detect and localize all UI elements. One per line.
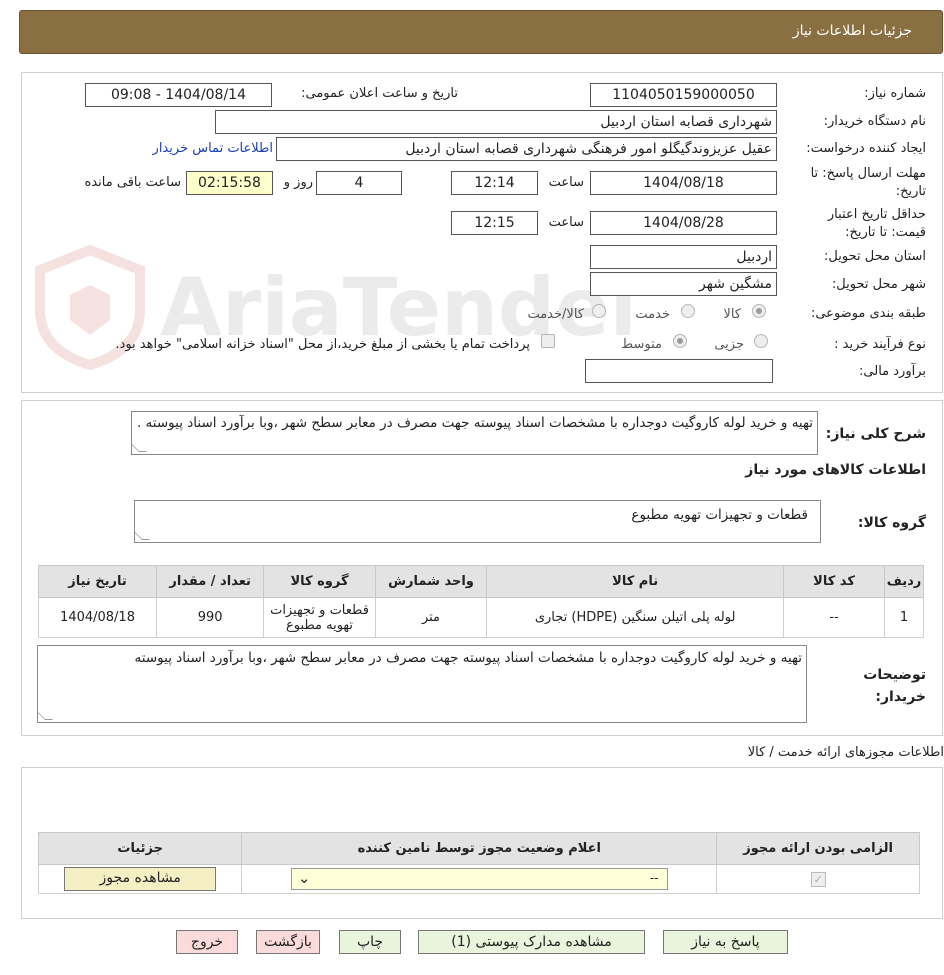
permits-table-header: الزامی بودن ارائه مجوز اعلام وضعیت مجوز … <box>37 832 920 865</box>
page-title: جزئيات اطلاعات نياز <box>792 23 912 39</box>
permit-required-checkbox[interactable]: ✓ <box>810 871 826 887</box>
cell-name: لوله پلی اتیلن سنگین (HDPE) تجاری <box>486 597 784 638</box>
category-radio-goods[interactable] <box>752 304 766 318</box>
reply-button[interactable]: پاسخ به نیاز <box>663 930 788 954</box>
announce-label: تاریخ و ساعت اعلان عمومی: <box>301 86 458 101</box>
deadline-time-label: ساعت <box>548 175 584 190</box>
cell-qty: 990 <box>156 597 265 638</box>
cell-unit: متر <box>374 597 488 638</box>
summary-label: شرح کلی نیاز: <box>825 426 926 442</box>
city-field: مشگین شهر <box>590 272 777 296</box>
deadline-time-field: 12:14 <box>451 171 538 195</box>
col-code: کد کالا <box>782 565 886 598</box>
time-remaining-field: 02:15:58 <box>186 171 273 195</box>
estimate-field[interactable] <box>585 359 773 383</box>
days-label: روز و <box>283 175 313 190</box>
col-permit-required: الزامی بودن ارائه مجوز <box>716 832 920 865</box>
buyer-notes-text: تهیه و خرید لوله کاروگیت دوجداره با مشخص… <box>134 650 802 666</box>
process-label: نوع فرآیند خرید : <box>834 337 926 352</box>
cell-group: قطعات و تجهیزات تهویه مطبوع <box>263 597 376 638</box>
buyer-contact-link[interactable]: اطلاعات تماس خریدار <box>153 141 273 156</box>
validity-time-label: ساعت <box>548 215 584 230</box>
requester-field: عقیل عزیزوندگیگلو امور فرهنگی شهرداری قص… <box>276 137 777 161</box>
cell-row: 1 <box>884 597 924 638</box>
deadline-date-field: 1404/08/18 <box>590 171 777 195</box>
table-row: 1 -- لوله پلی اتیلن سنگین (HDPE) تجاری م… <box>37 597 924 638</box>
permits-table: الزامی بودن ارائه مجوز اعلام وضعیت مجوز … <box>37 832 920 894</box>
announce-field: 1404/08/14 - 09:08 <box>85 83 272 107</box>
permit-status-select[interactable]: ⌄ -- <box>290 868 668 890</box>
col-unit: واحد شمارش <box>374 565 488 598</box>
col-group: گروه کالا <box>263 565 376 598</box>
category-radio-service[interactable] <box>681 304 695 318</box>
permit-status-value: -- <box>649 871 659 885</box>
buyer-org-label: نام دستگاه خریدار: <box>823 114 926 129</box>
resize-handle-icon[interactable] <box>38 712 53 720</box>
col-permit-details: جزئیات <box>37 832 243 865</box>
cell-date: 1404/08/18 <box>37 597 158 638</box>
category-option-service: خدمت <box>635 307 670 322</box>
goods-table: ردیف کد کالا نام کالا واحد شمارش گروه کا… <box>37 565 924 638</box>
need-number-label: شماره نیاز: <box>864 86 926 101</box>
deadline-label: مهلت ارسال پاسخ: تا تاریخ: <box>810 166 926 199</box>
category-radio-goods-service[interactable] <box>592 304 606 318</box>
process-radio-medium[interactable] <box>673 334 687 348</box>
goods-group-text: قطعات و تجهیزات تهویه مطبوع <box>631 507 808 523</box>
cell-permit-status: ⌄ -- <box>241 864 718 894</box>
permits-section-title: اطلاعات مجوزهای ارائه خدمت / کالا <box>747 745 944 760</box>
validity-date-field: 1404/08/28 <box>590 211 777 235</box>
goods-section-title: اطلاعات کالاهای مورد نیاز <box>745 462 926 478</box>
col-permit-status: اعلام وضعیت مجوز توسط نامین کننده <box>241 832 718 865</box>
treasury-checkbox[interactable] <box>541 334 555 348</box>
validity-label: حداقل تاریخ اعتبار قیمت: تا تاریخ: <box>827 207 926 240</box>
col-row: ردیف <box>884 565 924 598</box>
category-option-goods-service: کالا/خدمت <box>527 307 584 322</box>
category-option-goods: کالا <box>723 307 741 322</box>
col-name: نام کالا <box>486 565 784 598</box>
province-field: اردبیل <box>590 245 777 269</box>
province-label: استان محل تحویل: <box>824 249 926 264</box>
days-remaining-field: 4 <box>316 171 402 195</box>
goods-group-textarea[interactable]: قطعات و تجهیزات تهویه مطبوع <box>134 500 821 543</box>
process-radio-minor[interactable] <box>754 334 768 348</box>
need-number-field: 1104050159000050 <box>590 83 777 107</box>
time-remaining-label: ساعت باقی مانده <box>84 175 181 190</box>
resize-handle-icon[interactable] <box>132 444 147 452</box>
col-qty: تعداد / مقدار <box>156 565 265 598</box>
resize-handle-icon[interactable] <box>135 532 150 540</box>
requester-label: ایجاد کننده درخواست: <box>806 141 926 156</box>
print-button[interactable]: چاپ <box>339 930 401 954</box>
chevron-down-icon: ⌄ <box>297 869 311 887</box>
process-option-minor: جزیی <box>714 337 744 352</box>
summary-textarea[interactable]: تهیه و خرید لوله کاروگیت دوجداره با مشخص… <box>131 411 818 455</box>
back-button[interactable]: بازگشت <box>256 930 320 954</box>
exit-button[interactable]: خروج <box>176 930 238 954</box>
process-option-medium: متوسط <box>621 337 662 352</box>
view-permit-button[interactable]: مشاهده مجوز <box>64 867 217 891</box>
page-header: جزئيات اطلاعات نياز <box>19 10 943 54</box>
cell-permit-required: ✓ <box>716 864 920 894</box>
category-label: طبقه بندی موضوعی: <box>810 306 926 321</box>
buyer-org-field: شهرداری قصابه استان اردبیل <box>215 110 777 134</box>
buyer-notes-textarea[interactable]: تهیه و خرید لوله کاروگیت دوجداره با مشخص… <box>37 645 807 723</box>
goods-group-label: گروه کالا: <box>857 515 926 531</box>
cell-permit-details: مشاهده مجوز <box>37 864 243 894</box>
col-date: تاریخ نیاز <box>37 565 158 598</box>
view-attachments-button[interactable]: مشاهده مدارک پیوستی (1) <box>418 930 645 954</box>
buyer-notes-label: توضیحات خریدار: <box>863 667 926 705</box>
table-row: ✓ ⌄ -- مشاهده مجوز <box>37 864 920 894</box>
treasury-note: پرداخت تمام یا بخشی از مبلغ خرید،از محل … <box>115 337 530 352</box>
city-label: شهر محل تحویل: <box>831 277 926 292</box>
cell-code: -- <box>782 597 886 638</box>
summary-text: تهیه و خرید لوله کاروگیت دوجداره با مشخص… <box>136 415 813 431</box>
estimate-label: برآورد مالی: <box>859 364 926 379</box>
validity-time-field: 12:15 <box>451 211 538 235</box>
goods-table-header: ردیف کد کالا نام کالا واحد شمارش گروه کا… <box>37 565 924 598</box>
